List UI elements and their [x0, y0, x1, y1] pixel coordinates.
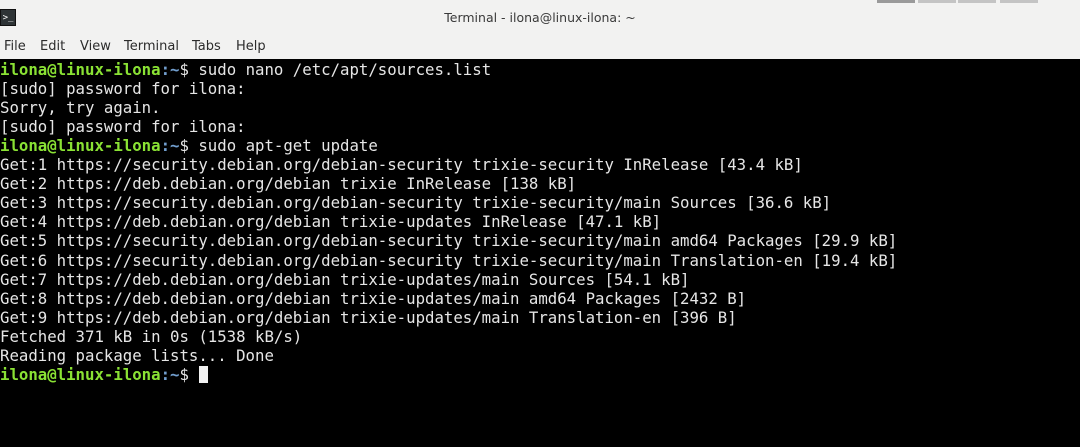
prompt-symbol: $: [179, 136, 199, 156]
output-text: Get:6 https://security.debian.org/debian…: [0, 250, 898, 270]
command-text: sudo nano /etc/apt/sources.list: [198, 60, 492, 79]
menu-file[interactable]: File: [4, 36, 26, 59]
output-text: Fetched 371 kB in 0s (1538 kB/s): [0, 326, 303, 346]
output-line: Reading package lists... Done: [0, 346, 274, 365]
output-line: Get:5 https://security.debian.org/debian…: [0, 231, 897, 250]
prompt-user-host: ilona@linux-ilona: [0, 60, 161, 79]
output-line: Get:7 https://deb.debian.org/debian trix…: [0, 270, 689, 289]
prompt-separator: :: [160, 136, 171, 156]
menu-bar: File Edit View Terminal Tabs Help: [0, 36, 1080, 59]
output-line: Sorry, try again.: [0, 98, 161, 117]
output-line: Get:3 https://security.debian.org/debian…: [0, 193, 831, 212]
menu-help[interactable]: Help: [236, 36, 266, 59]
output-line: Get:6 https://security.debian.org/debian…: [0, 251, 897, 270]
command-text: sudo apt-get update: [198, 136, 378, 156]
prompt-line: ilona@linux-ilona:~$: [0, 364, 209, 384]
output-text: Get:4 https://deb.debian.org/debian trix…: [0, 212, 662, 232]
menu-view[interactable]: View: [80, 36, 111, 59]
window-title: Terminal - ilona@linux-ilona: ~: [444, 10, 636, 25]
output-line: Get:4 https://deb.debian.org/debian trix…: [0, 212, 661, 231]
output-text: Get:1 https://security.debian.org/debian…: [0, 155, 803, 175]
output-line: Get:9 https://deb.debian.org/debian trix…: [0, 308, 737, 327]
output-line: Get:8 https://deb.debian.org/debian trix…: [0, 289, 746, 308]
output-line: Fetched 371 kB in 0s (1538 kB/s): [0, 327, 302, 346]
close-button[interactable]: [1000, 0, 1038, 3]
prompt-user-host: ilona@linux-ilona: [0, 364, 161, 384]
prompt-user-host: ilona@linux-ilona: [0, 136, 161, 156]
menu-tabs[interactable]: Tabs: [192, 36, 221, 59]
menu-edit[interactable]: Edit: [40, 36, 65, 59]
text-cursor: [199, 365, 209, 383]
output-line: [sudo] password for ilona:: [0, 79, 246, 98]
output-text: [sudo] password for ilona:: [0, 117, 246, 137]
menu-terminal[interactable]: Terminal: [124, 36, 179, 59]
output-text: Reading package lists... Done: [0, 345, 274, 365]
title-bar[interactable]: >_ Terminal - ilona@linux-ilona: ~: [0, 0, 1080, 37]
terminal-output[interactable]: ilona@linux-ilona:~$ sudo nano /etc/apt/…: [0, 59, 1080, 447]
output-text: Get:8 https://deb.debian.org/debian trix…: [0, 288, 747, 308]
prompt-separator: :: [160, 60, 171, 79]
output-text: [sudo] password for ilona:: [0, 79, 246, 99]
prompt-symbol: $: [179, 60, 199, 79]
output-text: Get:2 https://deb.debian.org/debian trix…: [0, 174, 577, 194]
output-line: Get:1 https://security.debian.org/debian…: [0, 155, 803, 174]
output-text: Get:5 https://security.debian.org/debian…: [0, 231, 898, 251]
output-text: Get:7 https://deb.debian.org/debian trix…: [0, 269, 690, 289]
output-text: Sorry, try again.: [0, 98, 161, 118]
prompt-symbol: $: [179, 364, 199, 384]
prompt-line: ilona@linux-ilona:~$ sudo nano /etc/apt/…: [0, 60, 491, 79]
output-text: Get:9 https://deb.debian.org/debian trix…: [0, 307, 737, 327]
output-text: Get:3 https://security.debian.org/debian…: [0, 193, 832, 213]
minimize-button[interactable]: [877, 0, 915, 3]
restore-button[interactable]: [958, 0, 996, 3]
prompt-line: ilona@linux-ilona:~$ sudo apt-get update: [0, 136, 378, 155]
maximize-button[interactable]: [918, 0, 956, 3]
output-line: [sudo] password for ilona:: [0, 117, 246, 136]
output-line: Get:2 https://deb.debian.org/debian trix…: [0, 174, 576, 193]
prompt-separator: :: [160, 364, 171, 384]
